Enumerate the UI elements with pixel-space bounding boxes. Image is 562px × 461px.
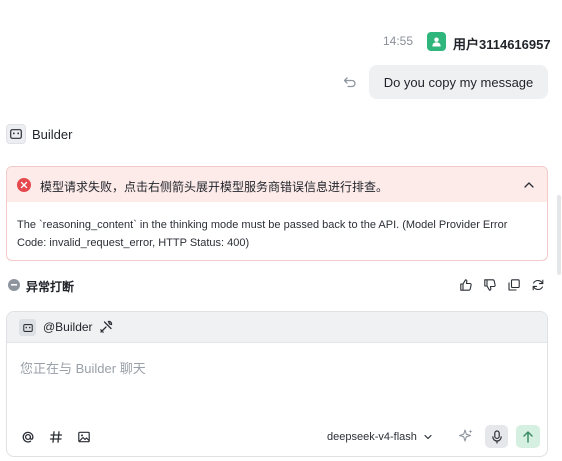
error-title: 模型请求失败，点击右侧箭头展开模型服务商错误信息进行排查。 — [40, 180, 389, 194]
message-timestamp: 14:55 — [383, 34, 414, 48]
microphone-button[interactable] — [485, 425, 508, 448]
bot-avatar — [6, 124, 26, 144]
scrollbar[interactable] — [557, 195, 561, 275]
chevron-down-icon — [424, 434, 432, 440]
send-button[interactable] — [516, 425, 540, 448]
error-card: 模型请求失败，点击右侧箭头展开模型服务商错误信息进行排查。 The `reaso… — [6, 166, 548, 261]
copy-icon[interactable] — [506, 277, 522, 293]
chat-composer: @Builder 您正在与 Builder 聊天 deepseek-v4-fla… — [6, 311, 548, 457]
user-avatar — [427, 32, 446, 51]
user-icon — [432, 37, 441, 47]
error-detail: The `reasoning_content` in the thinking … — [17, 219, 508, 249]
arrow-up-icon — [523, 431, 533, 443]
composer-header: @Builder — [7, 312, 547, 343]
interrupted-icon — [8, 279, 20, 291]
error-icon — [17, 178, 31, 192]
microphone-icon — [491, 429, 502, 444]
error-header[interactable]: 模型请求失败，点击右侧箭头展开模型服务商错误信息进行排查。 — [7, 167, 547, 202]
user-message-bubble: Do you copy my message — [369, 65, 548, 99]
chevron-up-icon[interactable] — [522, 178, 536, 192]
mention-label: @Builder — [43, 320, 93, 334]
thumbs-down-icon[interactable] — [482, 277, 498, 293]
hash-icon[interactable] — [48, 429, 64, 445]
bot-icon — [19, 319, 36, 336]
thumbs-up-icon[interactable] — [458, 277, 474, 293]
model-name: deepseek-v4-flash — [327, 431, 417, 443]
bot-icon — [10, 129, 22, 139]
image-icon[interactable] — [76, 429, 92, 445]
username: 用户3114616957 — [453, 37, 551, 52]
refresh-icon[interactable] — [530, 277, 546, 293]
message-input[interactable]: 您正在与 Builder 聊天 — [20, 358, 146, 377]
interrupted-label: 异常打断 — [26, 280, 75, 294]
sparkle-icon[interactable] — [458, 428, 474, 444]
undo-icon[interactable] — [342, 74, 358, 90]
tools-icon[interactable] — [99, 320, 113, 334]
model-selector[interactable]: deepseek-v4-flash — [327, 431, 433, 443]
at-icon[interactable] — [20, 429, 36, 445]
bot-name: Builder — [32, 127, 73, 142]
